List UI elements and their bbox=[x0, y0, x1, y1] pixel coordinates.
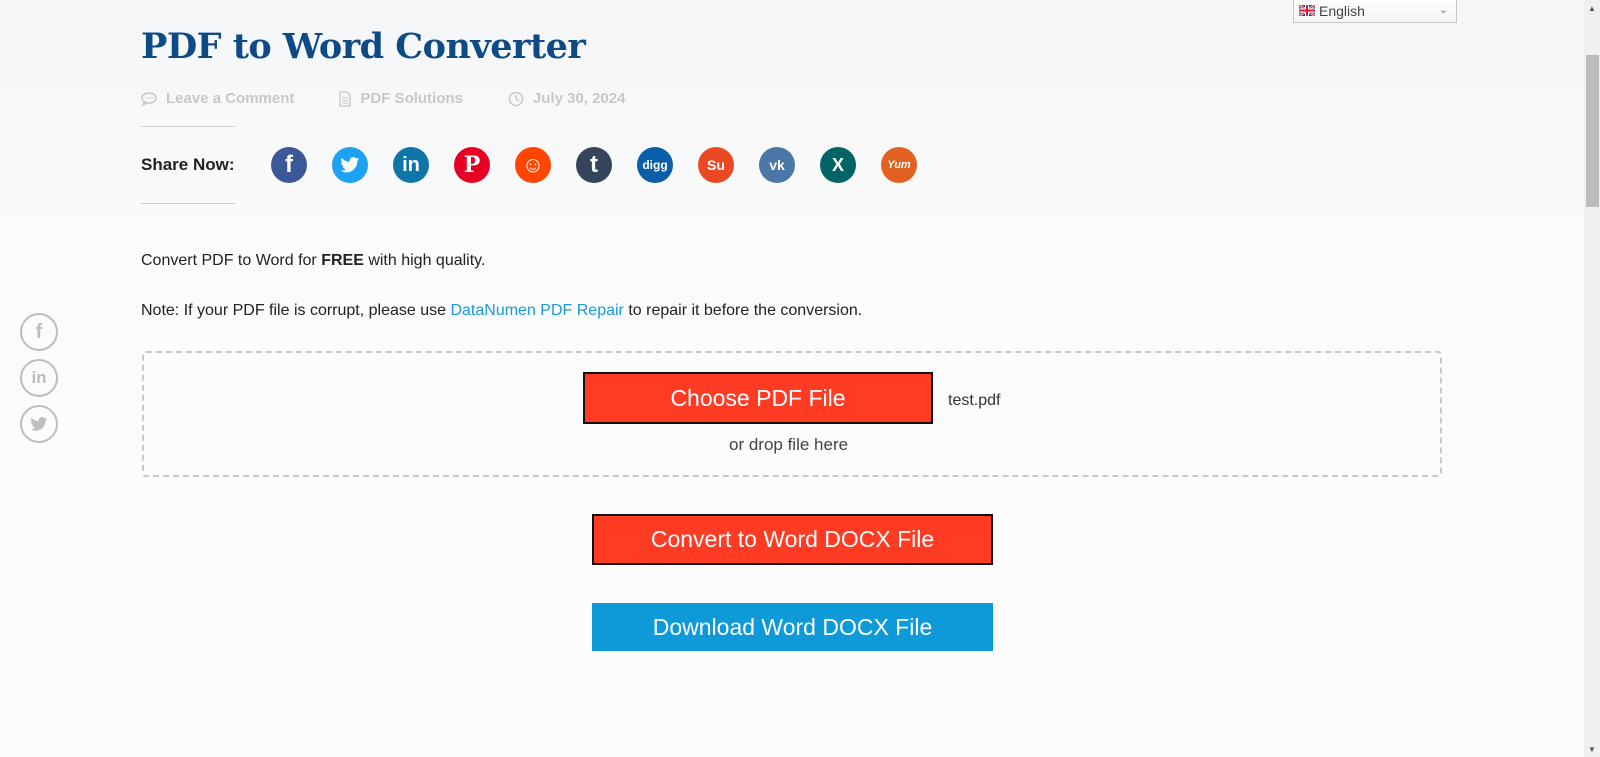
selected-filename: test.pdf bbox=[948, 392, 1001, 409]
share-icons: f in P ☺ t digg Su vk X Yum bbox=[271, 147, 942, 183]
meta-comments-link[interactable]: Leave a Comment bbox=[141, 90, 294, 107]
convert-button[interactable]: Convert to Word DOCX File bbox=[592, 514, 993, 565]
digg-share-icon[interactable]: digg bbox=[637, 147, 673, 183]
twitter-share-icon[interactable] bbox=[332, 147, 368, 183]
note-prefix: Note: If your PDF file is corrupt, pleas… bbox=[141, 302, 451, 319]
repair-link[interactable]: DataNumen PDF Repair bbox=[450, 302, 623, 319]
scroll-up-arrow-icon[interactable]: ▲ bbox=[1584, 0, 1600, 16]
download-button[interactable]: Download Word DOCX File bbox=[592, 603, 993, 651]
language-selector[interactable]: English ⌄ bbox=[1293, 0, 1457, 23]
intro-prefix: Convert PDF to Word for bbox=[141, 252, 322, 269]
uk-flag-icon bbox=[1299, 5, 1315, 16]
floating-share-bar: f in bbox=[20, 313, 58, 451]
meta-date-label: July 30, 2024 bbox=[532, 90, 626, 107]
pinterest-share-icon[interactable]: P bbox=[454, 147, 490, 183]
meta-category-link[interactable]: PDF Solutions bbox=[339, 90, 463, 107]
chevron-down-icon: ⌄ bbox=[1438, 4, 1448, 16]
intro-suffix: with high quality. bbox=[363, 252, 486, 269]
note-text: Note: If your PDF file is corrupt, pleas… bbox=[141, 302, 862, 320]
intro-text: Convert PDF to Word for FREE with high q… bbox=[141, 252, 485, 270]
page-title: PDF to Word Converter bbox=[141, 26, 586, 67]
linkedin-share-icon[interactable]: in bbox=[393, 147, 429, 183]
share-label: Share Now: bbox=[141, 155, 235, 174]
post-meta: Leave a Comment PDF Solutions July 30, 2… bbox=[141, 90, 670, 107]
language-selected: English bbox=[1319, 2, 1365, 19]
xing-share-icon[interactable]: X bbox=[820, 147, 856, 183]
yummly-share-icon[interactable]: Yum bbox=[881, 147, 917, 183]
scroll-down-arrow-icon[interactable]: ▼ bbox=[1584, 741, 1600, 757]
scrollbar-thumb[interactable] bbox=[1586, 55, 1599, 207]
stumbleupon-share-icon[interactable]: Su bbox=[698, 147, 734, 183]
choose-file-button[interactable]: Choose PDF File bbox=[583, 372, 933, 424]
meta-date: July 30, 2024 bbox=[508, 90, 626, 107]
document-icon bbox=[339, 90, 352, 107]
meta-comments-label: Leave a Comment bbox=[166, 90, 295, 107]
comment-icon bbox=[141, 91, 157, 106]
note-suffix: to repair it before the conversion. bbox=[623, 302, 863, 319]
vertical-scrollbar[interactable]: ▲ ▼ bbox=[1584, 0, 1600, 757]
divider bbox=[141, 203, 235, 204]
vk-share-icon[interactable]: vk bbox=[759, 147, 795, 183]
side-facebook-icon[interactable]: f bbox=[20, 313, 58, 351]
clock-icon bbox=[508, 91, 524, 106]
meta-category-label: PDF Solutions bbox=[360, 90, 463, 107]
page: English ⌄ PDF to Word Converter Leave a … bbox=[0, 0, 1584, 757]
tumblr-share-icon[interactable]: t bbox=[576, 147, 612, 183]
side-twitter-icon[interactable] bbox=[20, 405, 58, 443]
intro-free: FREE bbox=[321, 252, 364, 269]
reddit-share-icon[interactable]: ☺ bbox=[515, 147, 551, 183]
side-linkedin-icon[interactable]: in bbox=[20, 359, 58, 397]
divider bbox=[141, 126, 235, 127]
drop-hint: or drop file here bbox=[729, 435, 849, 454]
facebook-share-icon[interactable]: f bbox=[271, 147, 307, 183]
